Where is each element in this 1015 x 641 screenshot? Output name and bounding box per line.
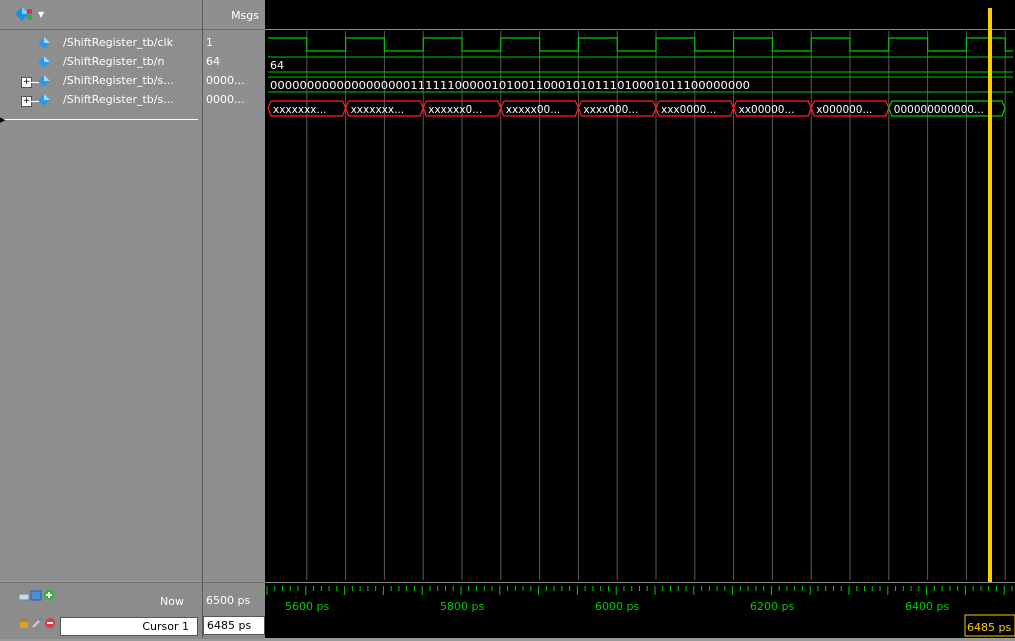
name-pane-header: ▼: [0, 0, 202, 30]
signal-diamond-icon: [38, 94, 50, 106]
signal-diamond-icon: [38, 37, 50, 49]
msgs-title: Msgs: [231, 9, 259, 22]
wave-header: [265, 0, 1015, 29]
bus2-segment-label: xxxxxxx...: [351, 104, 405, 116]
signal-value: 64: [206, 55, 220, 68]
wave-toolbar-icon[interactable]: [14, 6, 36, 22]
delete-cursor-icon[interactable]: [44, 617, 56, 629]
add-icon[interactable]: [43, 589, 55, 601]
signal-name: /ShiftRegister_tb/s...: [63, 93, 174, 106]
timeline-tick-label: 5600 ps: [285, 600, 329, 613]
dropdown-icon[interactable]: ▼: [38, 10, 44, 19]
waveform-canvas[interactable]: 64 00000000000000000001111110000010100110…: [265, 0, 1015, 638]
bus1-label: 0000000000000000000111111000001010011000…: [270, 80, 750, 92]
insert-marker-icon: ▶: [0, 116, 6, 124]
timeline-tick-label: 6400 ps: [905, 600, 949, 613]
bus2-segment-label: 000000000000...: [894, 104, 984, 116]
signal-name: /ShiftRegister_tb/clk: [63, 36, 173, 49]
signal-value: 1: [206, 36, 213, 49]
signal-name: /ShiftRegister_tb/s...: [63, 74, 174, 87]
signal-list: [0, 30, 202, 581]
signal-row[interactable]: /ShiftRegister_tb/clk: [0, 34, 202, 53]
bus2-segment-label: xxxx000...: [583, 104, 638, 116]
bus2-segment-label: x000000...: [816, 104, 872, 116]
bus2-segment-label: xxxxxxx...: [273, 104, 327, 116]
bottom-toolbar: Now Cursor 1: [0, 582, 202, 639]
now-value: 6500 ps: [203, 592, 265, 611]
cursor-tag-label: 6485 ps: [967, 621, 1011, 634]
signal-value: 0000...: [206, 74, 245, 87]
n-bus-label: 64: [270, 59, 284, 72]
cursor-name-field[interactable]: Cursor 1: [60, 617, 198, 636]
signal-row[interactable]: +/ShiftRegister_tb/s...: [0, 91, 202, 110]
bus2-segment-label: xxxxx00...: [506, 104, 560, 116]
edit-cursor-icon[interactable]: [31, 617, 43, 629]
bus2-segment-label: xxxxxx0...: [428, 104, 482, 116]
signal-value: 0000...: [206, 93, 245, 106]
lock-icon[interactable]: [18, 617, 30, 629]
cursor-value: 6485 ps: [203, 616, 265, 635]
msgs-header: Msgs: [203, 0, 265, 30]
add-cursor-icon[interactable]: [30, 589, 42, 601]
timeline-bg: [265, 582, 1015, 638]
signal-name: /ShiftRegister_tb/n: [63, 55, 165, 68]
signal-row[interactable]: +/ShiftRegister_tb/s...: [0, 72, 202, 91]
timeline-tick-label: 5800 ps: [440, 600, 484, 613]
signal-diamond-icon: [38, 56, 50, 68]
timeline-tick-label: 6200 ps: [750, 600, 794, 613]
signal-row[interactable]: /ShiftRegister_tb/n: [0, 53, 202, 72]
signal-diamond-icon: [38, 75, 50, 87]
bus2-segment-label: xxx0000...: [661, 104, 716, 116]
clk-wave: [268, 37, 1013, 52]
wave-window[interactable]: 64 00000000000000000001111110000010100110…: [265, 0, 1015, 638]
timeline-tick-label: 6000 ps: [595, 600, 639, 613]
now-label: Now: [160, 595, 184, 608]
row-divider: [0, 119, 198, 120]
bus2-segment-label: xx00000...: [739, 104, 795, 116]
zoom-icon[interactable]: [18, 590, 30, 602]
